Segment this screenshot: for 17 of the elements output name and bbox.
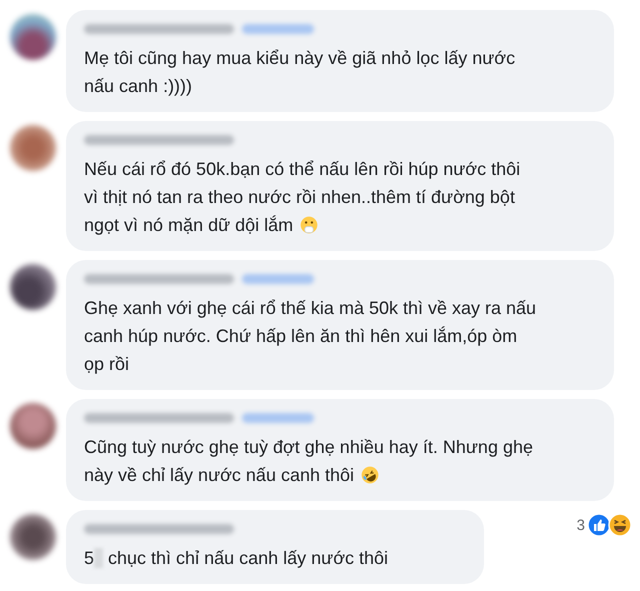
- comment-text: Ghẹ xanh với ghẹ cái rổ thế kia mà 50k thì về xay ra nấu canh húp nước. Chứ hấp lên ăn thì hên xui lắm,óp òm ọp rồi: [84, 297, 536, 376]
- avatar[interactable]: [10, 403, 56, 449]
- comment-text: 5: [84, 547, 94, 570]
- emoji-icon: [299, 215, 320, 235]
- comment-text: Nếu cái rổ đó 50k.bạn có thể nấu lên rồi húp nước thôi vì thịt nó tan ra theo nước rồi nhen..thêm tí đường bột ngọt vì nó mặn dữ dội lắm: [84, 158, 520, 237]
- avatar[interactable]: [10, 264, 56, 310]
- comment-text: Cũng tuỳ nước ghẹ tuỳ đợt ghẹ nhiều hay ít. Nhưng ghẹ này về chỉ lấy nước nấu canh thôi: [84, 436, 533, 487]
- comment-text: chục thì chỉ nấu canh lấy nước thôi: [108, 547, 388, 570]
- comment-text: Mẹ tôi cũng hay mua kiểu này về giã nhỏ lọc lấy nước nấu canh :)))): [84, 47, 516, 98]
- emoji-icon: [360, 465, 380, 485]
- avatar[interactable]: [10, 514, 56, 560]
- avatar[interactable]: [10, 14, 56, 60]
- reaction-count: 3: [576, 516, 585, 534]
- laughing-face-icon: [608, 513, 632, 537]
- reaction-summary[interactable]: 3: [576, 513, 632, 537]
- avatar[interactable]: [10, 125, 56, 171]
- thumbs-up-icon: [587, 513, 611, 537]
